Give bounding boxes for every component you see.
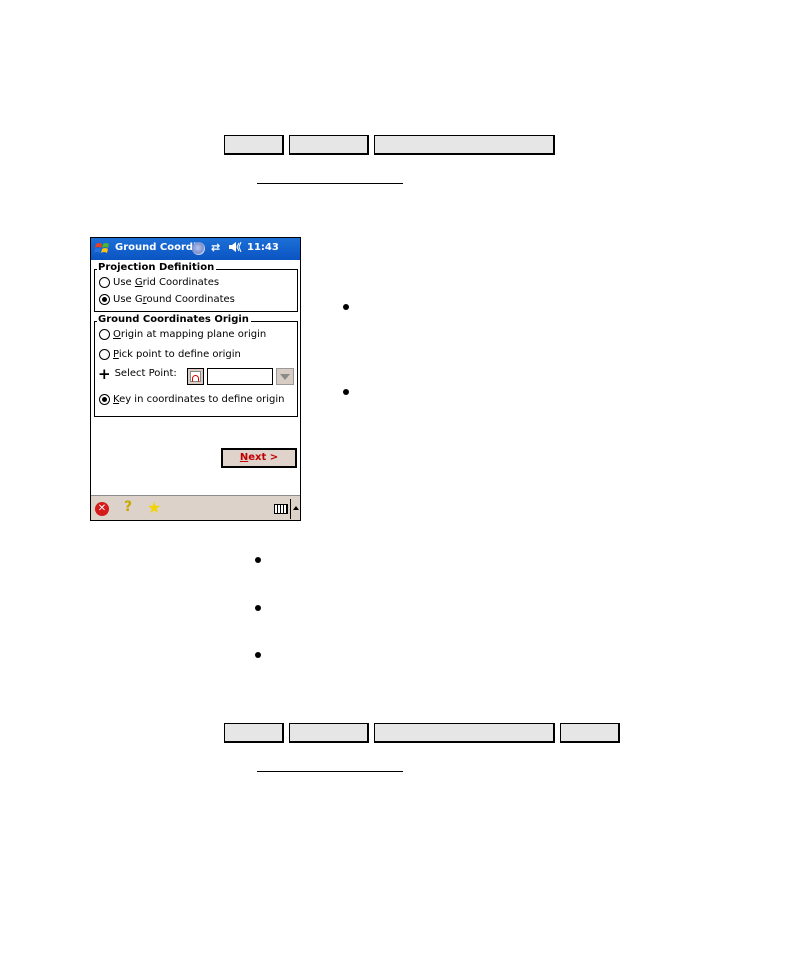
input-menu-arrow-icon[interactable] [293, 506, 299, 510]
next-accel: N [239, 452, 249, 463]
taskbar: ✕ ? ★ [91, 495, 300, 520]
connectivity-icon[interactable]: ⇄ [211, 241, 220, 254]
clock[interactable]: 11:43 [247, 242, 279, 253]
bullet-point [343, 304, 349, 310]
taskbar-separator [290, 499, 291, 519]
chevron-down-icon[interactable] [276, 368, 294, 385]
radio-label: Pick point to define origin [113, 349, 241, 360]
select-point-row: + Select Point: [98, 364, 177, 383]
nav-button-2[interactable] [289, 135, 369, 155]
close-icon[interactable]: ✕ [95, 502, 109, 516]
windows-flag-icon[interactable] [93, 240, 111, 258]
favorites-star-icon[interactable]: ★ [147, 498, 161, 517]
nav-button-3[interactable] [374, 723, 555, 743]
bullet-point [343, 389, 349, 395]
nav-button-2[interactable] [289, 723, 369, 743]
nav-link-underline[interactable] [257, 771, 403, 772]
radio-label: Use Grid Coordinates [113, 277, 220, 288]
radio-label: Key in coordinates to define origin [113, 394, 285, 405]
radio-origin-mapping-plane[interactable]: Origin at mapping plane origin [99, 329, 266, 340]
projection-definition-group: Projection Definition Use Grid Coordinat… [94, 262, 298, 312]
radio-circle-selected[interactable] [99, 394, 110, 405]
ground-coordinates-origin-group: Ground Coordinates Origin Origin at mapp… [94, 314, 298, 417]
next-label: ext > [248, 452, 279, 463]
help-icon[interactable]: ? [124, 499, 132, 515]
nav-button-3[interactable] [374, 135, 555, 155]
radio-use-grid-coordinates[interactable]: Use Grid Coordinates [99, 277, 219, 288]
radio-label: Origin at mapping plane origin [113, 329, 267, 340]
activesync-icon[interactable] [192, 242, 205, 255]
radio-use-ground-coordinates[interactable]: Use Ground Coordinates [99, 294, 235, 305]
bullet-point [255, 652, 261, 658]
plus-icon: + [98, 364, 111, 383]
bullet-point [255, 557, 261, 563]
group-legend: Projection Definition [97, 262, 217, 273]
nav-link-underline[interactable] [257, 183, 403, 184]
nav-button-4[interactable] [560, 723, 620, 743]
select-point-label: Select Point: [114, 368, 177, 379]
group-legend: Ground Coordinates Origin [97, 314, 251, 325]
pick-from-map-button[interactable] [187, 368, 204, 385]
radio-circle[interactable] [99, 277, 110, 288]
window-title: Ground Coordi [115, 242, 197, 253]
radio-circle[interactable] [99, 329, 110, 340]
volume-icon[interactable] [228, 241, 244, 256]
keyboard-icon[interactable] [274, 504, 288, 514]
select-point-field[interactable] [207, 368, 273, 385]
radio-circle-selected[interactable] [99, 294, 110, 305]
bullet-point [255, 605, 261, 611]
radio-key-in-coordinates[interactable]: Key in coordinates to define origin [99, 394, 285, 405]
pda-screenshot: Ground Coordi ⇄ 11:43 Projection Definit… [90, 237, 301, 521]
next-button[interactable]: Next > [221, 448, 297, 468]
radio-circle[interactable] [99, 349, 110, 360]
radio-pick-point[interactable]: Pick point to define origin [99, 349, 241, 360]
nav-button-1[interactable] [224, 723, 284, 743]
radio-label: Use Ground Coordinates [113, 294, 235, 305]
title-bar: Ground Coordi ⇄ 11:43 [91, 238, 300, 260]
map-pick-icon [190, 371, 201, 382]
nav-button-1[interactable] [224, 135, 284, 155]
